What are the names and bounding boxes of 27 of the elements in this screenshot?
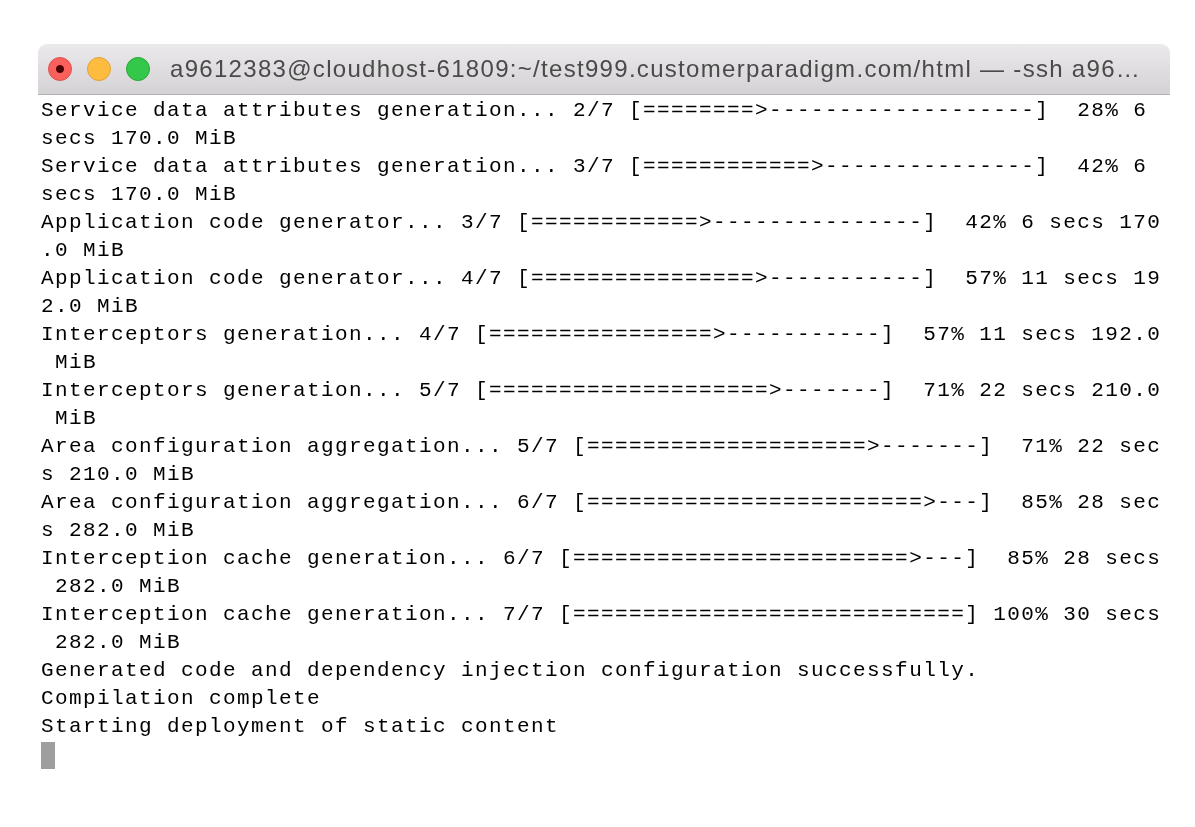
terminal-line: Starting deployment of static content [41,714,560,740]
terminal-line: Service data attributes generation... 3/7 [============>---------------] 42% 6 [41,154,1148,180]
maximize-button[interactable] [126,57,150,81]
terminal-line: Service data attributes generation... 2/7 [========>-------------------] 28% 6 [41,98,1148,124]
terminal-line: 2.0 MiB [41,294,139,320]
terminal-line: s 282.0 MiB [41,518,196,544]
terminal-line: s 210.0 MiB [41,462,196,488]
terminal-line: MiB [54,350,97,376]
terminal-line: secs 170.0 MiB [41,126,238,152]
terminal-line: 282.0 MiB [54,630,182,656]
terminal-line: .0 MiB [41,238,125,264]
window-title: a9612383@cloudhost-61809:~/test999.customerparadigm.com/html — -ssh a96… [170,55,1142,83]
terminal-line: Compilation complete [41,686,322,712]
terminal-line: Application code generator... 3/7 [============>---------------] 42% 6 secs 170 [41,210,1162,236]
terminal-line: Generated code and dependency injection configuration successfully. [41,658,980,684]
terminal-line: Interception cache generation... 7/7 [============================] 100% 30 secs [41,602,1162,628]
terminal-line: Application code generator... 4/7 [================>-----------] 57% 11 secs 19 [41,266,1162,292]
terminal-line: Interceptors generation... 4/7 [================>-----------] 57% 11 secs 192.0 [41,322,1162,348]
terminal-line: Interception cache generation... 6/7 [========================>---] 85% 28 secs [41,546,1162,572]
terminal-line: Area configuration aggregation... 5/7 [====================>-------] 71% 22 sec [41,434,1162,460]
terminal-line: MiB [54,406,97,432]
terminal-line: Interceptors generation... 5/7 [====================>-------] 71% 22 secs 210.0 [41,378,1162,404]
minimize-button[interactable] [87,57,111,81]
terminal-line: 282.0 MiB [54,574,182,600]
terminal-line: secs 170.0 MiB [41,182,238,208]
close-button[interactable] [48,57,72,81]
terminal-line: Area configuration aggregation... 6/7 [========================>---] 85% 28 sec [41,490,1162,516]
